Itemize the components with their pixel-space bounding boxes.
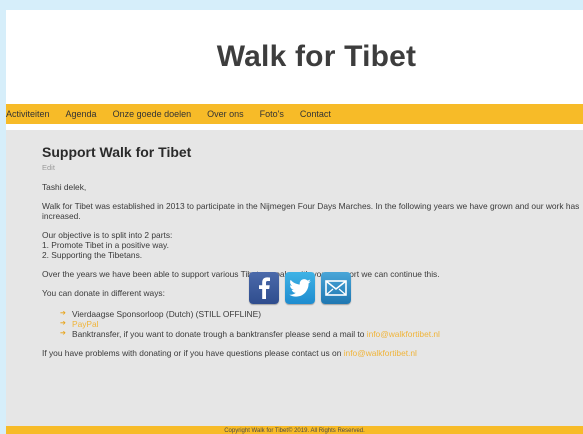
nav-item-fotos[interactable]: Foto's <box>260 109 284 119</box>
article: Support Walk for Tibet Edit Tashi delek,… <box>42 130 583 358</box>
nav-item-agenda[interactable]: Agenda <box>66 109 97 119</box>
list-item: ➔ Vierdaagse Sponsorloop (Dutch) (STILL … <box>60 309 583 319</box>
facebook-icon <box>259 277 270 299</box>
nav-item-contact[interactable]: Contact <box>300 109 331 119</box>
list-item: ➔ PayPal <box>60 319 583 329</box>
questions-paragraph: If you have problems with donating or if… <box>42 348 583 358</box>
site-header: Walk for Tibet <box>6 10 583 104</box>
copyright-text: Copyright Walk for Tibet© 2019. All Righ… <box>224 428 365 434</box>
objective-line: Our objective is to split into 2 parts: <box>42 230 173 240</box>
main-navigation: Activiteiten Agenda Onze goede doelen Ov… <box>6 104 583 124</box>
social-buttons <box>6 272 583 304</box>
objective-paragraph: Our objective is to split into 2 parts: … <box>42 230 583 260</box>
page-title: Support Walk for Tibet <box>42 144 192 160</box>
arrow-right-icon: ➔ <box>60 310 66 317</box>
banktransfer-text: Banktransfer, if you want to donate trou… <box>72 329 367 339</box>
mail-icon <box>325 280 347 296</box>
objective-line: 1. Promote Tibet in a positive way. <box>42 240 169 250</box>
browser-page: Walk for Tibet Activiteiten Agenda Onze … <box>6 10 583 434</box>
twitter-button[interactable] <box>285 272 315 304</box>
intro-paragraph: Walk for Tibet was established in 2013 t… <box>42 201 580 221</box>
banktransfer-email-link[interactable]: info@walkfortibet.nl <box>367 329 440 339</box>
edit-link[interactable]: Edit <box>42 163 583 173</box>
arrow-right-icon: ➔ <box>60 330 66 337</box>
nav-item-onze-goede-doelen[interactable]: Onze goede doelen <box>113 109 192 119</box>
greeting-text: Tashi delek, <box>42 182 87 192</box>
nav-item-over-ons[interactable]: Over ons <box>207 109 244 119</box>
nav-item-activiteiten[interactable]: Activiteiten <box>6 109 50 119</box>
paypal-link[interactable]: PayPal <box>72 319 99 329</box>
mail-button[interactable] <box>321 272 351 304</box>
questions-email-link[interactable]: info@walkfortibet.nl <box>344 348 417 358</box>
twitter-icon <box>289 279 311 297</box>
site-title[interactable]: Walk for Tibet <box>217 40 417 74</box>
facebook-button[interactable] <box>249 272 279 304</box>
sponsorloop-option: Vierdaagse Sponsorloop (Dutch) (STILL OF… <box>72 309 261 319</box>
questions-text: If you have problems with donating or if… <box>42 348 344 358</box>
donate-options-list: ➔ Vierdaagse Sponsorloop (Dutch) (STILL … <box>60 309 583 339</box>
list-item: ➔ Banktransfer, if you want to donate tr… <box>60 329 583 339</box>
site-footer: Copyright Walk for Tibet© 2019. All Righ… <box>6 426 583 434</box>
arrow-right-icon: ➔ <box>60 320 66 327</box>
objective-line: 2. Supporting the Tibetans. <box>42 250 143 260</box>
